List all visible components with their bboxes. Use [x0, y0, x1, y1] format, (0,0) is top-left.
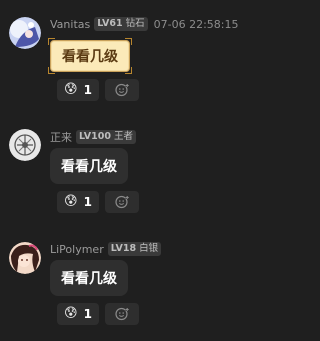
username[interactable]: LiPolymer	[50, 243, 104, 256]
add-reaction-button[interactable]	[104, 191, 139, 213]
reaction-bar: 😰 1	[57, 79, 145, 101]
anime-girl-avatar-icon	[9, 242, 41, 274]
reaction-bar: 😰 1	[57, 303, 145, 325]
add-emoji-icon	[115, 195, 129, 209]
message-bubble[interactable]: 看看几级	[50, 148, 128, 184]
badge-level: LV61	[97, 18, 123, 29]
avatar[interactable]	[9, 242, 41, 274]
username[interactable]: Vanitas	[50, 18, 90, 31]
reaction-chip[interactable]: 😰 1	[57, 79, 99, 101]
bubble-decoration	[48, 67, 55, 74]
anxious-face-icon: 😰	[64, 306, 78, 321]
message-bubble[interactable]: 看看几级	[48, 38, 132, 74]
add-emoji-icon	[115, 307, 129, 321]
anxious-face-icon: 😰	[64, 194, 78, 209]
badge-level: LV100	[79, 131, 111, 142]
avatar[interactable]	[9, 17, 41, 49]
badge-rank: 钻石	[125, 18, 145, 29]
reaction-bar: 😰 1	[57, 191, 145, 213]
badge-rank: 白银	[139, 243, 159, 254]
anxious-face-icon: 😰	[64, 82, 78, 97]
message-bubble[interactable]: 看看几级	[50, 260, 128, 296]
message-text: 看看几级	[61, 159, 117, 175]
add-reaction-button[interactable]	[104, 303, 139, 325]
message-header: 正来 LV100 王者	[50, 129, 136, 145]
bubble-decoration	[48, 38, 55, 45]
message-text: 看看几级	[61, 271, 117, 287]
reaction-count: 1	[83, 195, 92, 209]
anime-girl-avatar-icon	[9, 17, 41, 49]
avatar[interactable]	[9, 129, 41, 161]
badge-rank: 王者	[113, 131, 133, 142]
message-header: LiPolymer LV18 白银	[50, 241, 162, 257]
symbol-avatar-icon	[9, 129, 41, 161]
level-badge: LV18 白银	[107, 242, 162, 256]
reaction-count: 1	[83, 307, 92, 321]
reaction-chip[interactable]: 😰 1	[57, 303, 99, 325]
timestamp: 07-06 22:58:15	[153, 17, 239, 31]
badge-level: LV18	[110, 243, 137, 254]
level-badge: LV100 王者	[76, 130, 136, 144]
bubble-decoration	[125, 38, 132, 45]
bubble-decoration	[125, 67, 132, 74]
username[interactable]: 正来	[50, 129, 72, 145]
level-badge: LV61 钻石	[94, 17, 148, 31]
add-emoji-icon	[115, 83, 129, 97]
reaction-count: 1	[83, 83, 92, 97]
add-reaction-button[interactable]	[104, 79, 139, 101]
message-header: Vanitas LV61 钻石 07-06 22:58:15	[50, 16, 238, 32]
reaction-chip[interactable]: 😰 1	[57, 191, 99, 213]
message-text: 看看几级	[62, 49, 118, 65]
